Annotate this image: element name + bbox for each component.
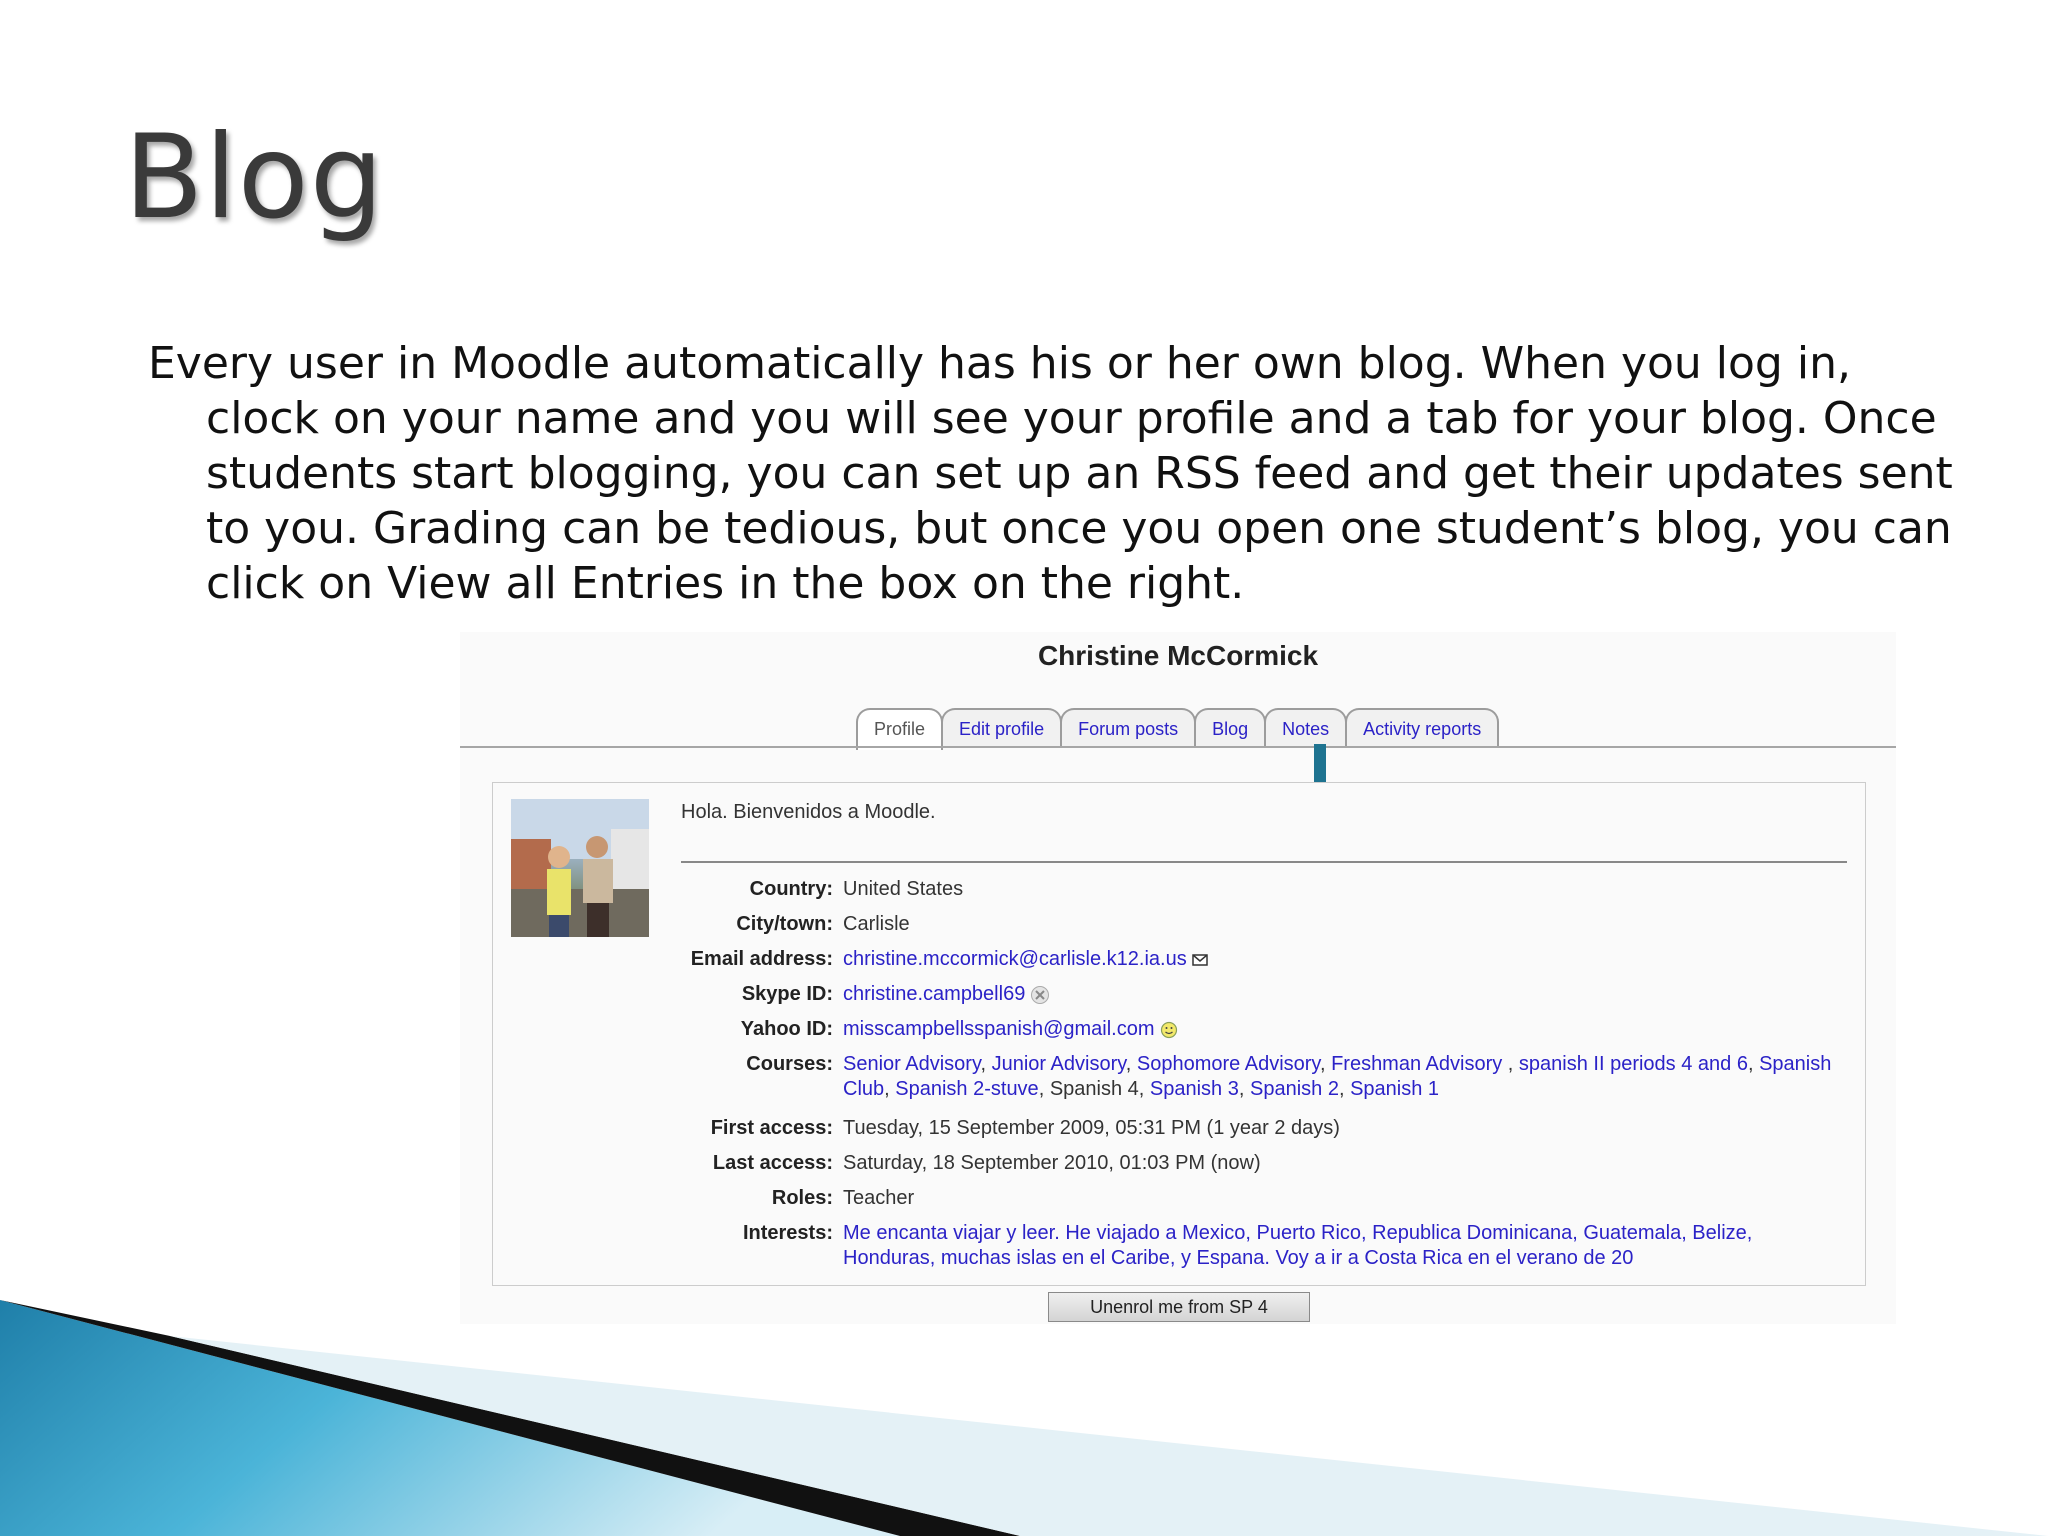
skype-icon[interactable] <box>1030 985 1050 1005</box>
field-label: First access: <box>710 1117 833 1139</box>
field-label: Email address: <box>690 948 833 970</box>
email-link[interactable]: christine.mccormick@carlisle.k12.ia.us <box>843 948 1187 970</box>
field-city: City/town: Carlisle <box>493 912 1835 937</box>
course-separator: , <box>980 1053 992 1075</box>
tab-activity-reports[interactable]: Activity reports <box>1345 708 1500 748</box>
profile-tabs: Profile Edit profile Forum posts Blog No… <box>856 708 1500 750</box>
field-label: City/town: <box>736 913 833 935</box>
field-country: Country: United States <box>493 877 1835 902</box>
field-label: Courses: <box>746 1053 833 1075</box>
tab-forum-posts[interactable]: Forum posts <box>1060 708 1197 748</box>
country-value: United States <box>843 878 964 900</box>
course-link[interactable]: Spanish 3 <box>1150 1078 1239 1100</box>
field-roles: Roles: Teacher <box>493 1186 1835 1211</box>
course-link: Spanish 4 <box>1049 1078 1139 1100</box>
course-separator: , <box>1747 1053 1760 1075</box>
field-first-access: First access: Tuesday, 15 September 2009… <box>493 1116 1835 1141</box>
field-label: Interests: <box>742 1222 833 1244</box>
field-email: Email address: christine.mccormick@carli… <box>493 947 1835 972</box>
course-separator: , <box>1238 1078 1250 1100</box>
city-value: Carlisle <box>843 913 910 935</box>
interests-value[interactable]: Me encanta viajar y leer. He viajado a M… <box>843 1221 1835 1271</box>
field-skype: Skype ID: christine.campbell69 <box>493 982 1835 1007</box>
course-link[interactable]: Senior Advisory <box>843 1053 980 1075</box>
course-link[interactable]: Spanish 1 <box>1350 1078 1439 1100</box>
course-separator: , <box>1038 1078 1050 1100</box>
course-link[interactable]: Spanish 2-stuve <box>895 1078 1038 1100</box>
course-link[interactable]: Freshman Advisory <box>1331 1053 1508 1075</box>
field-interests: Interests: Me encanta viajar y leer. He … <box>493 1221 1835 1271</box>
profile-name: Christine McCormick <box>1037 640 1319 671</box>
course-link[interactable]: Sophomore Advisory <box>1137 1053 1320 1075</box>
last-access-value: Saturday, 18 September 2010, 01:03 PM (n… <box>843 1152 1261 1174</box>
tab-blog[interactable]: Blog <box>1194 708 1267 748</box>
tab-notes[interactable]: Notes <box>1264 708 1348 748</box>
course-link[interactable]: Spanish 2 <box>1250 1078 1339 1100</box>
slide-body-text: Every user in Moodle automatically has h… <box>148 338 1953 609</box>
roles-value: Teacher <box>843 1187 915 1209</box>
course-separator: , <box>1125 1053 1137 1075</box>
envelope-icon[interactable] <box>1191 953 1208 966</box>
yahoo-smiley-icon[interactable] <box>1160 1021 1178 1039</box>
description-divider <box>681 861 1847 863</box>
field-label: Skype ID: <box>741 983 833 1005</box>
yahoo-link[interactable]: misscampbellsspanish@gmail.com <box>843 1018 1155 1040</box>
course-separator: , <box>1319 1053 1332 1075</box>
unenrol-button[interactable]: Unenrol me from SP 4 <box>1048 1292 1310 1322</box>
tab-divider <box>460 746 1896 748</box>
field-label: Roles: <box>771 1187 833 1209</box>
course-list: Senior Advisory, Junior Advisory, Sophom… <box>843 1052 1835 1102</box>
slide-title: Blog <box>124 110 385 245</box>
field-label: Last access: <box>712 1152 833 1174</box>
profile-details-box: Hola. Bienvenidos a Moodle. Country: Uni… <box>492 782 1866 1286</box>
skype-link[interactable]: christine.campbell69 <box>843 983 1025 1005</box>
course-separator: , <box>1138 1078 1150 1100</box>
profile-description: Hola. Bienvenidos a Moodle. <box>681 801 936 823</box>
field-label: Country: <box>749 878 833 900</box>
field-yahoo: Yahoo ID: misscampbellsspanish@gmail.com <box>493 1017 1835 1042</box>
course-separator: , <box>1338 1078 1351 1100</box>
tab-profile[interactable]: Profile <box>856 708 944 750</box>
field-label: Yahoo ID: <box>740 1018 833 1040</box>
course-separator: , <box>1507 1053 1519 1075</box>
tab-edit-profile[interactable]: Edit profile <box>941 708 1063 748</box>
course-link[interactable]: spanish II periods 4 and 6 <box>1519 1053 1748 1075</box>
course-separator: , <box>884 1078 896 1100</box>
moodle-profile-screenshot: Christine McCormick Profile Edit profile… <box>460 632 1896 1324</box>
first-access-value: Tuesday, 15 September 2009, 05:31 PM (1 … <box>843 1117 1340 1139</box>
course-link[interactable]: Junior Advisory <box>992 1053 1126 1075</box>
field-last-access: Last access: Saturday, 18 September 2010… <box>493 1151 1835 1176</box>
field-courses: Courses: Senior Advisory, Junior Advisor… <box>493 1052 1835 1102</box>
